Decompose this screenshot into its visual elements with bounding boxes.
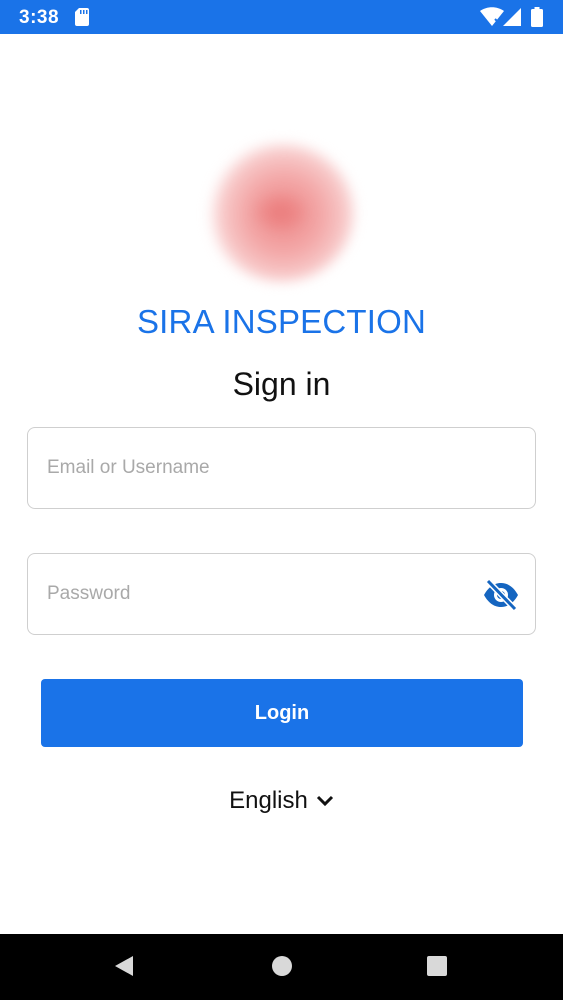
email-input[interactable] <box>47 428 487 508</box>
app-title: SIRA INSPECTION <box>136 303 427 340</box>
language-selector[interactable]: English <box>0 784 563 818</box>
email-field[interactable] <box>27 427 536 509</box>
language-label: English <box>229 787 308 814</box>
app-logo-detail <box>250 190 310 234</box>
wifi-icon <box>480 7 504 32</box>
status-time: 3:38 <box>19 7 60 28</box>
password-input[interactable] <box>47 554 487 634</box>
sd-card-icon <box>75 8 89 31</box>
chevron-down-icon <box>316 795 333 807</box>
recent-apps-icon[interactable] <box>426 954 448 983</box>
home-icon[interactable] <box>271 954 293 983</box>
password-field[interactable] <box>27 553 536 635</box>
back-icon[interactable] <box>113 954 135 983</box>
signal-icon <box>503 8 521 31</box>
navigation-bar <box>0 934 563 1000</box>
password-visibility-toggle[interactable] <box>481 577 521 613</box>
battery-icon <box>531 7 543 32</box>
sign-in-heading: Sign in <box>232 366 331 402</box>
eye-off-icon <box>484 579 518 611</box>
status-bar: 3:38 <box>0 0 563 34</box>
login-button[interactable]: Login <box>41 679 523 747</box>
